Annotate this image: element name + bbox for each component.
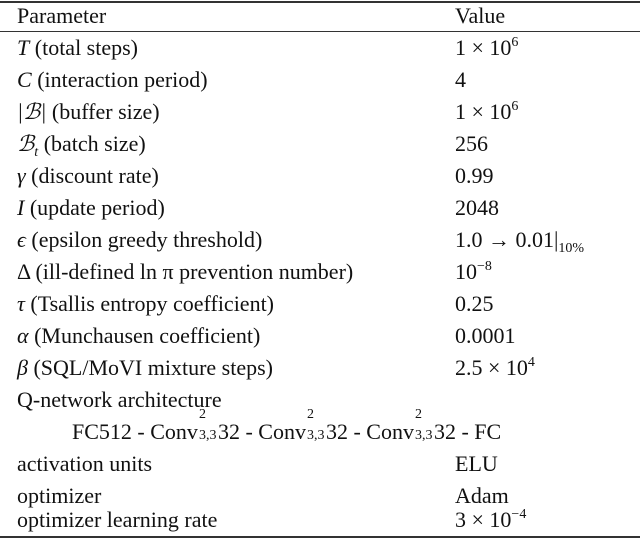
header-row: Parameter Value [0,0,640,32]
fc-output-layer: FC [474,419,502,444]
param-label: (SQL/MoVI mixture steps) [27,355,273,380]
param-label: (Munchausen coefficient) [28,323,261,348]
param-label: (Tsallis entropy coefficient) [24,291,275,316]
table-row: ϵ (epsilon greedy threshold) 1.0 → 0.01|… [0,224,640,256]
param-symbol: β [17,355,28,380]
value-cell: 2.5 × 104 [455,352,535,384]
param-label: activation units [17,451,153,476]
param-cell: T (total steps) [17,32,138,64]
value-cell: 2048 [455,195,499,220]
table-row: α (Munchausen coefficient) 0.0001 [0,320,640,352]
conv-layer: Conv [366,419,414,444]
value-base: 1 × 10 [455,99,512,124]
param-label: optimizer learning rate [17,507,218,532]
table-row: activation units ELU [0,448,640,480]
param-label: (update period) [24,195,165,220]
value-exponent: −4 [511,507,527,522]
value-exponent: 6 [511,35,519,50]
param-label: Q-network architecture [17,387,222,412]
param-symbol: T [17,35,30,60]
param-cell: ℬt (batch size) [17,128,146,160]
table-row: Q-network architecture [0,384,640,416]
param-symbol: α [17,323,29,348]
param-symbol: γ [17,163,26,188]
param-cell: Δ (ill-defined ln π prevention number) [17,256,353,288]
table-row: |ℬ| (buffer size) 1 × 106 [0,96,640,128]
param-cell: β (SQL/MoVI mixture steps) [17,352,273,384]
table-row: γ (discount rate) 0.99 [0,160,640,192]
param-cell: C (interaction period) [17,64,208,96]
param-symbol: ϵ [17,227,26,252]
header-value: Value [455,3,506,28]
param-cell: γ (discount rate) [17,160,159,192]
value-cell: 4 [455,67,466,92]
architecture-row: FC512 - Conv 2 3,3 32 - Conv 2 3,3 32 - Conv 2 3… [0,407,640,448]
table-row: optimizer learning rate 3 × 10−4 [0,504,640,536]
param-label: (epsilon greedy threshold) [25,227,263,252]
value-cell: 1 × 106 [455,32,518,64]
conv-layer: Conv [150,419,198,444]
table-row: T (total steps) 1 × 106 [0,32,640,64]
table-row: β (SQL/MoVI mixture steps) 2.5 × 104 [0,352,640,384]
table-row: Δ (ill-defined ln π prevention number) 1… [0,256,640,288]
param-cell: I (update period) [17,192,165,224]
value-cell: 10−8 [455,256,492,288]
param-symbol: |ℬ| [17,99,47,124]
value-base: 10 [455,259,477,284]
value-subscript: 10% [558,241,585,256]
param-symbol: τ [17,291,25,316]
value-cell: 0.25 [455,291,494,316]
value-exponent: −8 [477,259,492,274]
header-parameter: Parameter [17,3,107,28]
value-cell: 1 × 106 [455,96,518,128]
param-cell: |ℬ| (buffer size) [17,96,160,128]
value-cell: 1.0 → 0.01|10% [455,224,584,256]
param-label: (ill-defined ln π prevention number) [29,259,354,284]
param-symbol: Δ [17,259,30,284]
value-base: 3 × 10 [455,507,512,532]
param-label: (batch size) [38,131,146,156]
table-row: C (interaction period) 4 [0,64,640,96]
architecture-spec: FC512 - Conv 2 3,3 32 - Conv 2 3,3 32 - Conv 2 3… [72,407,502,445]
value-base: 2.5 × 10 [455,355,528,380]
value-cell: 3 × 10−4 [455,504,526,536]
value-exponent: 4 [527,355,535,370]
param-cell: α (Munchausen coefficient) [17,320,260,352]
table-row: I (update period) 2048 [0,192,640,224]
param-cell: ϵ (epsilon greedy threshold) [17,224,262,256]
value-cell: ELU [455,451,498,476]
value-exponent: 6 [511,99,519,114]
value-base: 1.0 → 0.01| [455,227,559,252]
table-row: ℬt (batch size) 256 [0,128,640,160]
param-label: (interaction period) [31,67,208,92]
table-row: τ (Tsallis entropy coefficient) 0.25 [0,288,640,320]
param-symbol: ℬ [17,131,35,156]
param-label: (buffer size) [46,99,160,124]
conv-layer: Conv [258,419,306,444]
param-label: (total steps) [29,35,139,60]
value-cell: 0.99 [455,163,494,188]
fc-input-layer: FC512 - [72,419,151,444]
value-base: 1 × 10 [455,35,512,60]
bottom-rule [0,536,640,538]
param-label: (discount rate) [25,163,159,188]
value-cell: 256 [455,131,488,156]
param-cell: τ (Tsallis entropy coefficient) [17,288,274,320]
value-cell: 0.0001 [455,323,516,348]
param-symbol: C [17,67,32,92]
